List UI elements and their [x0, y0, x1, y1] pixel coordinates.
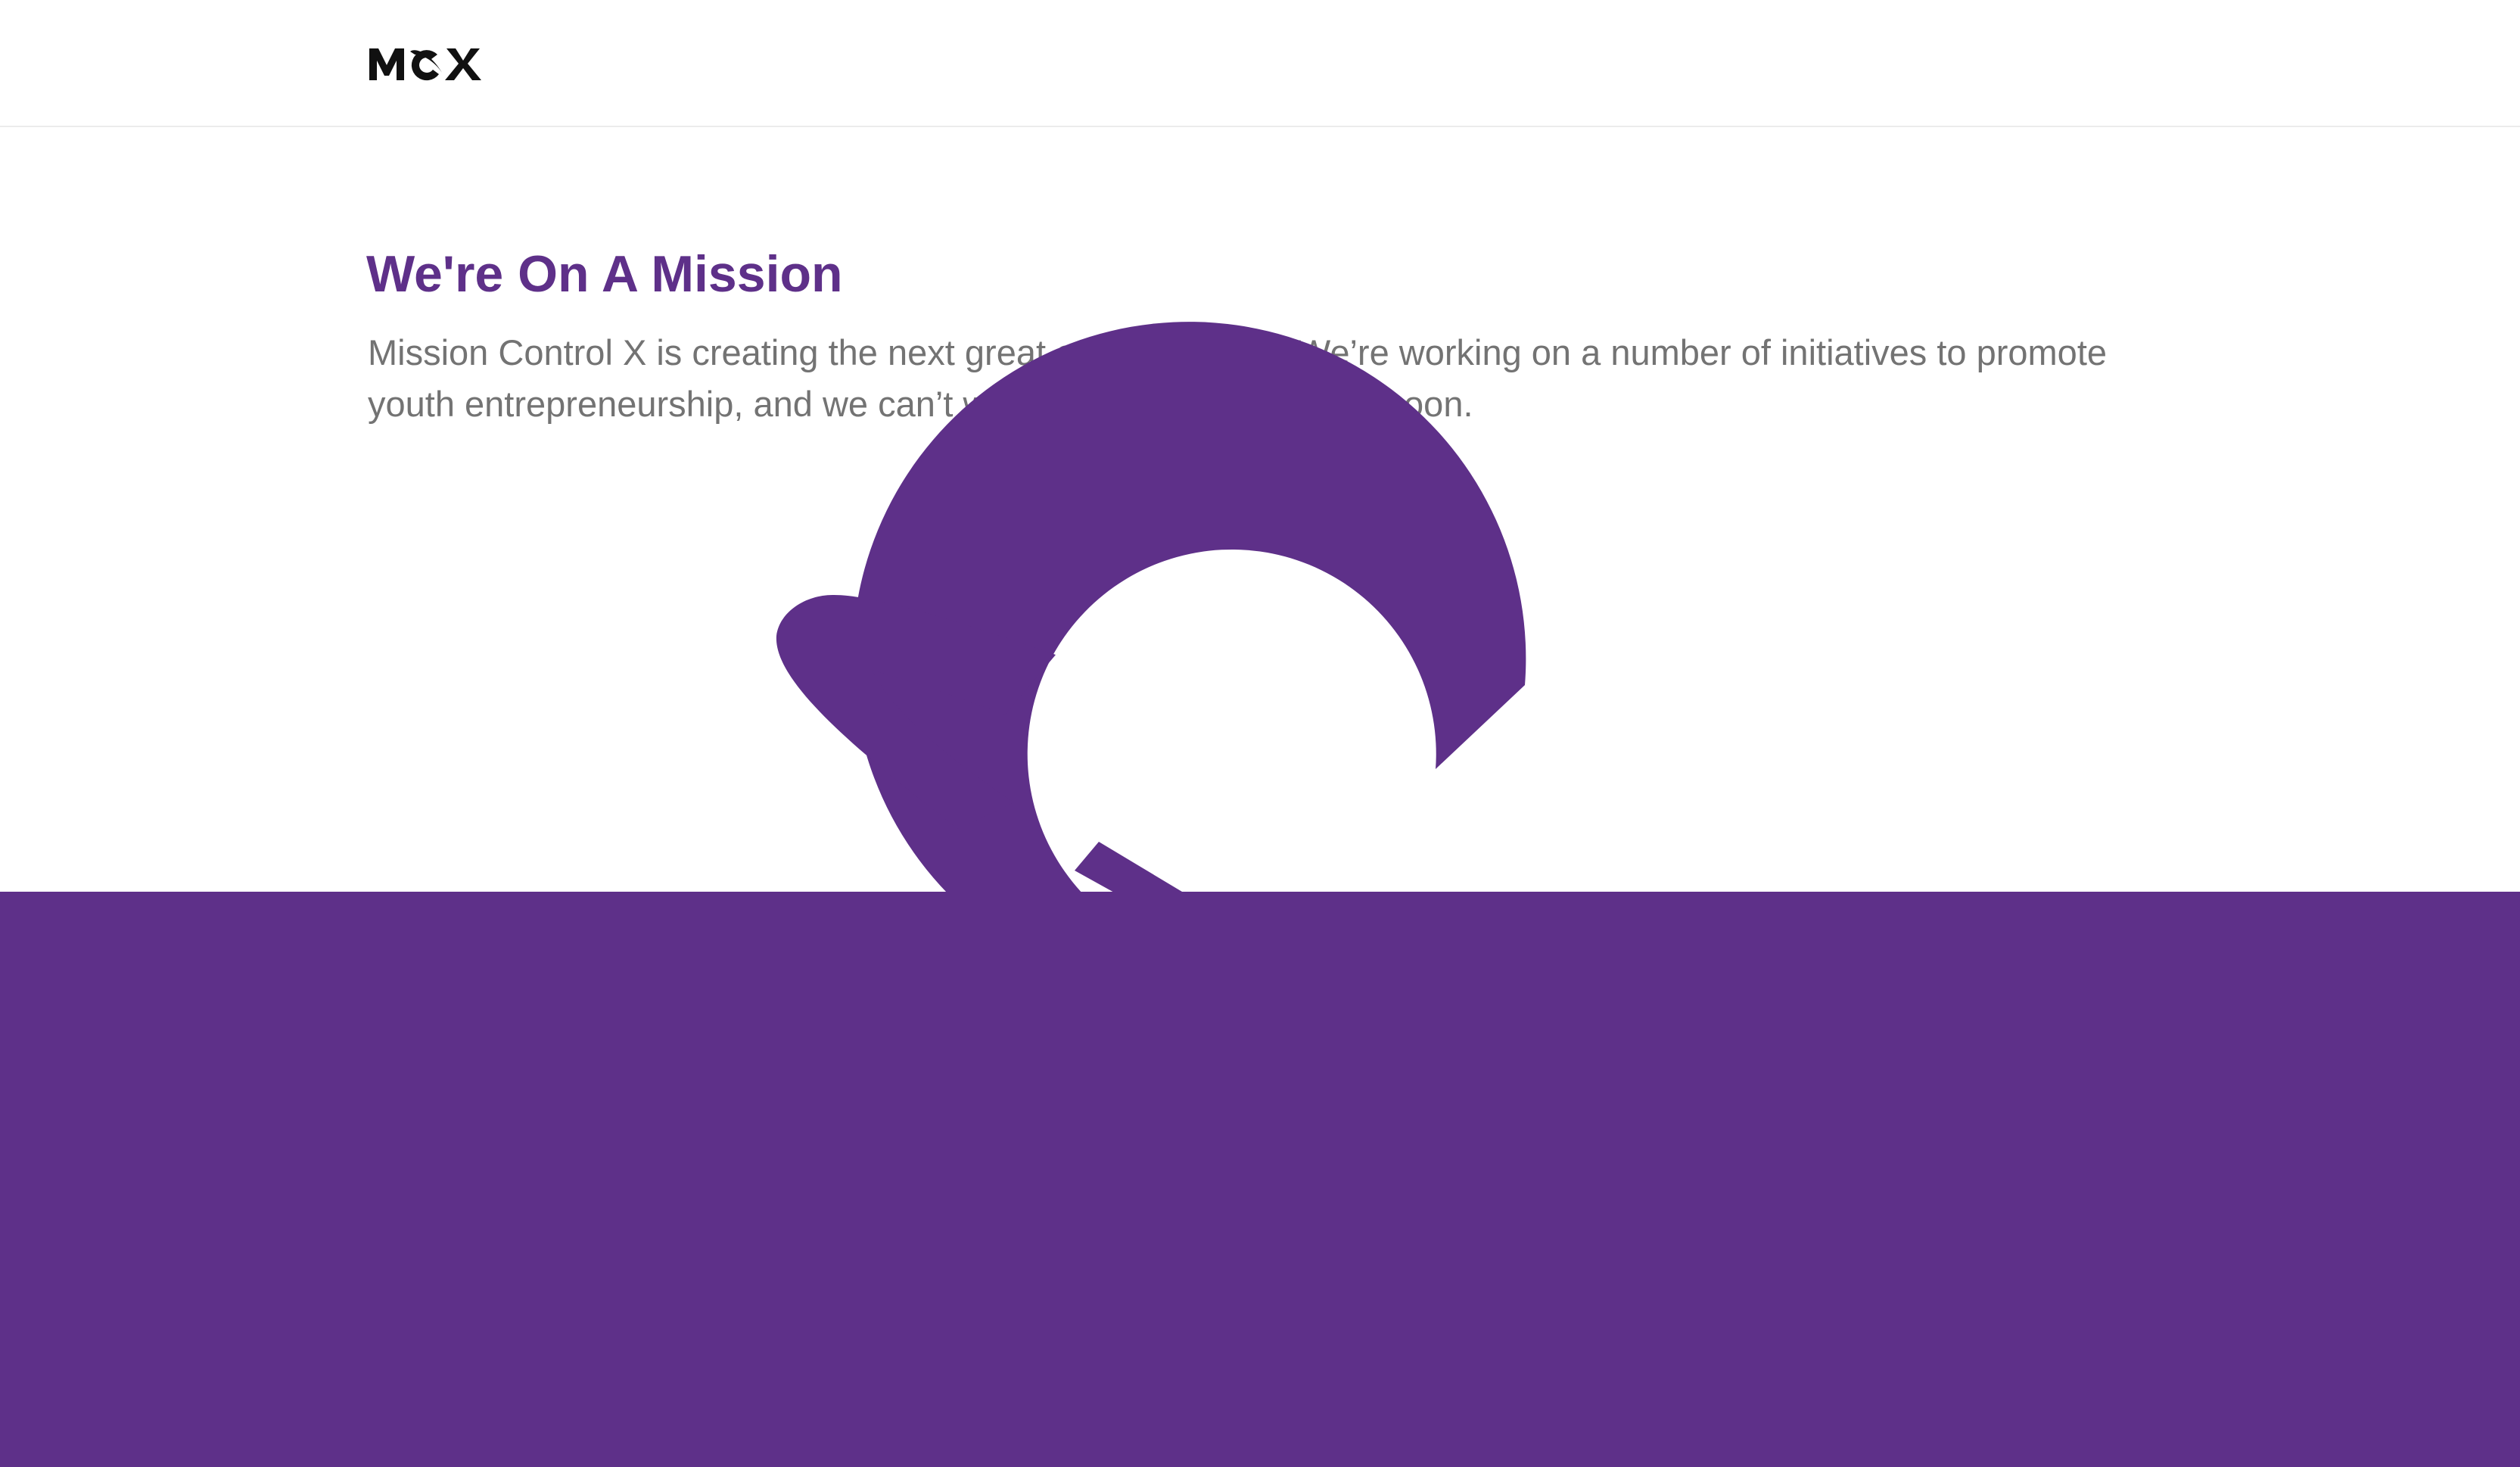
purple-footer-band — [0, 892, 2520, 1467]
